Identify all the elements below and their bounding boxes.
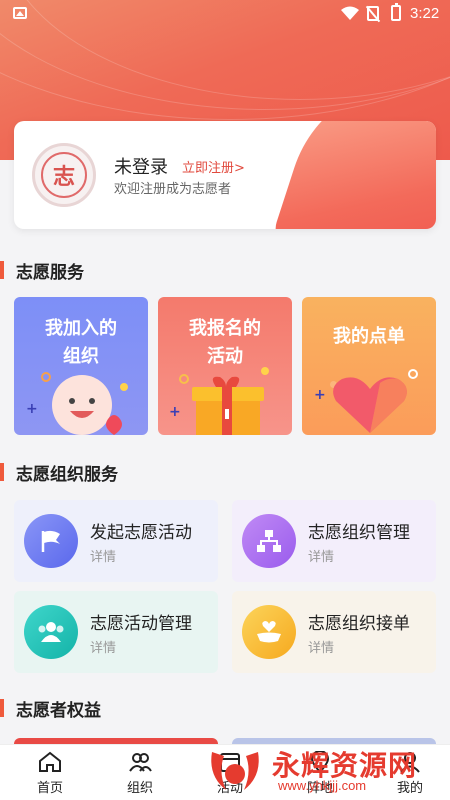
watermark: 永辉资源网 www.yhkjjj.com — [196, 742, 440, 800]
card-org-orders[interactable]: 志愿组织接单 详情 — [232, 591, 436, 673]
section-title-volunteer-service: 志愿服务 — [0, 258, 84, 283]
tile-joined-orgs[interactable]: 我加入的 组织 + — [14, 297, 148, 435]
section-title-benefits: 志愿者权益 — [0, 696, 101, 721]
card-title: 志愿组织管理 — [308, 523, 410, 543]
group-icon — [129, 753, 152, 772]
profile-card[interactable]: 志 未登录 立即注册> 欢迎注册成为志愿者 — [14, 121, 436, 229]
section-title-text: 志愿组织服务 — [16, 464, 118, 485]
section-title-text: 志愿者权益 — [16, 700, 101, 721]
smiley-face-icon — [52, 375, 122, 435]
card-title: 志愿组织接单 — [308, 614, 410, 634]
card-title: 志愿活动管理 — [90, 614, 192, 634]
tile-registered-activities[interactable]: 我报名的 活动 + — [158, 297, 292, 435]
welcome-text: 欢迎注册成为志愿者 — [114, 182, 232, 197]
sparkle-icon: + — [169, 404, 181, 420]
wifi-icon — [341, 6, 359, 20]
sparkle-icon: + — [314, 387, 326, 403]
section-title-text: 志愿服务 — [16, 262, 84, 283]
nav-item-org[interactable]: 组织 — [95, 745, 185, 800]
card-launch-activity[interactable]: 发起志愿活动 详情 — [14, 500, 218, 582]
section-accent-bar — [0, 463, 4, 481]
profile-card-decoration — [270, 121, 436, 229]
card-org-management[interactable]: 志愿组织管理 详情 — [232, 500, 436, 582]
flag-icon — [24, 514, 78, 568]
register-link[interactable]: 立即注册> — [182, 157, 245, 176]
tile-my-orders[interactable]: 我的点单 + — [302, 297, 436, 435]
sparkle-icon: + — [26, 401, 38, 417]
people-icon — [24, 605, 78, 659]
heart-icon — [333, 377, 407, 433]
tile-label: 我报名的 活动 — [189, 318, 261, 367]
home-icon — [39, 751, 61, 772]
tile-label: 我加入的 组织 — [45, 318, 117, 367]
card-subtitle: 详情 — [90, 641, 117, 656]
card-subtitle: 详情 — [308, 550, 335, 565]
status-bar: 3:22 — [0, 0, 450, 28]
image-notification-icon — [13, 7, 27, 19]
heart-hand-icon — [242, 605, 296, 659]
no-sim-icon — [367, 6, 379, 21]
card-title: 发起志愿活动 — [90, 523, 192, 543]
watermark-logo-icon — [211, 752, 259, 790]
org-chart-icon — [242, 514, 296, 568]
volunteer-emblem-icon: 志 — [41, 152, 87, 198]
card-subtitle: 详情 — [308, 641, 335, 656]
battery-icon — [391, 3, 401, 21]
section-accent-bar — [0, 261, 4, 279]
nav-label: 组织 — [126, 781, 153, 796]
nav-item-home[interactable]: 首页 — [5, 745, 95, 800]
section-title-org-service: 志愿组织服务 — [0, 460, 118, 485]
section-accent-bar — [0, 699, 4, 717]
status-time: 3:22 — [410, 5, 440, 22]
login-status: 未登录 — [114, 157, 168, 178]
avatar[interactable]: 志 — [32, 143, 96, 207]
tile-label: 我的点单 — [333, 326, 405, 347]
card-subtitle: 详情 — [90, 550, 117, 565]
watermark-url: www.yhkjjj.com — [278, 778, 367, 793]
nav-label: 首页 — [36, 781, 63, 796]
card-activity-management[interactable]: 志愿活动管理 详情 — [14, 591, 218, 673]
gift-box-icon — [192, 376, 264, 435]
